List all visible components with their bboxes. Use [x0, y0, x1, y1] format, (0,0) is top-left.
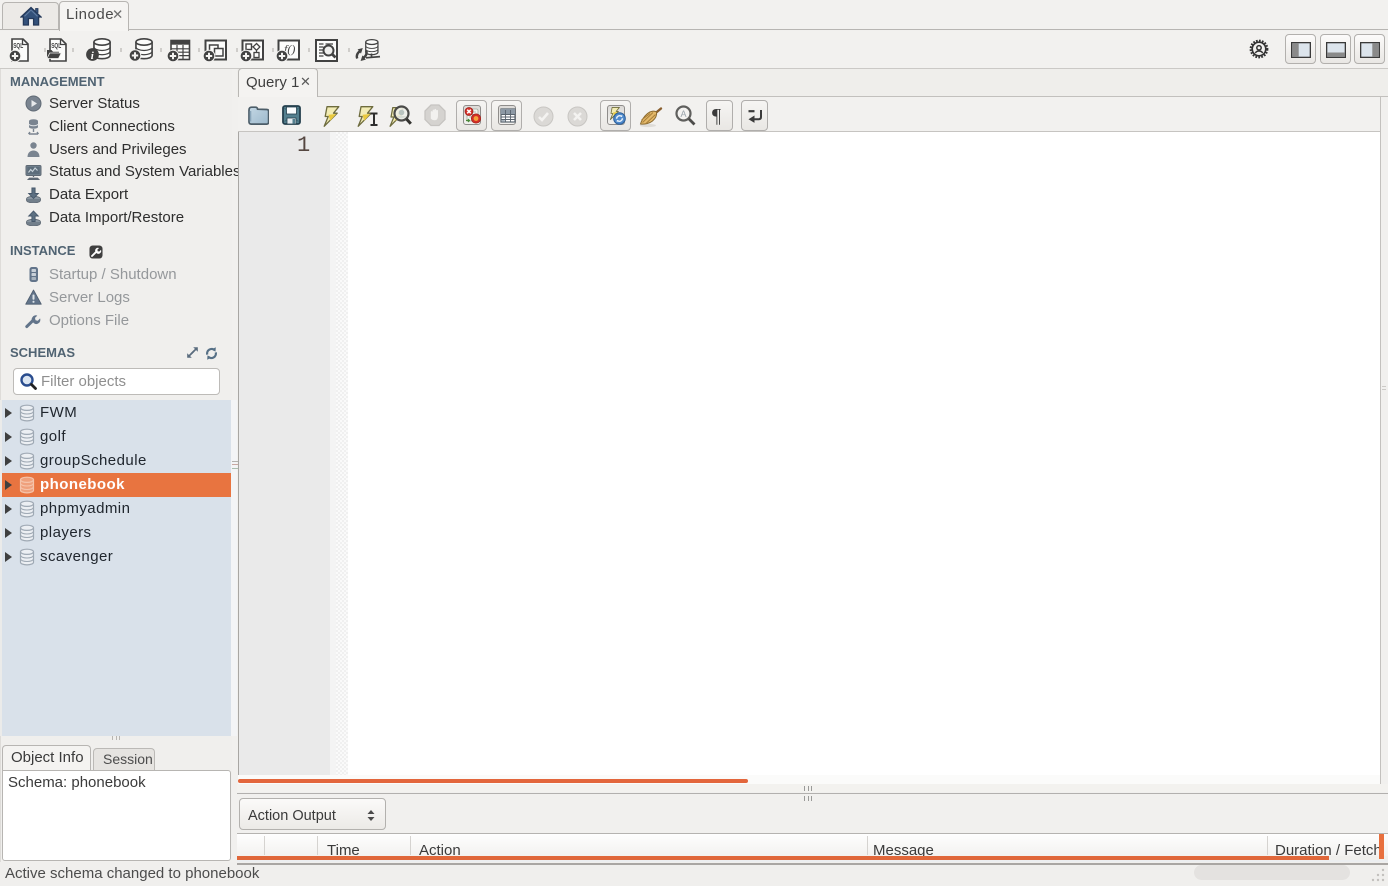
svg-text:SQL: SQL [13, 41, 23, 50]
svg-text:A: A [681, 109, 687, 119]
svg-text:SQL: SQL [51, 41, 61, 50]
